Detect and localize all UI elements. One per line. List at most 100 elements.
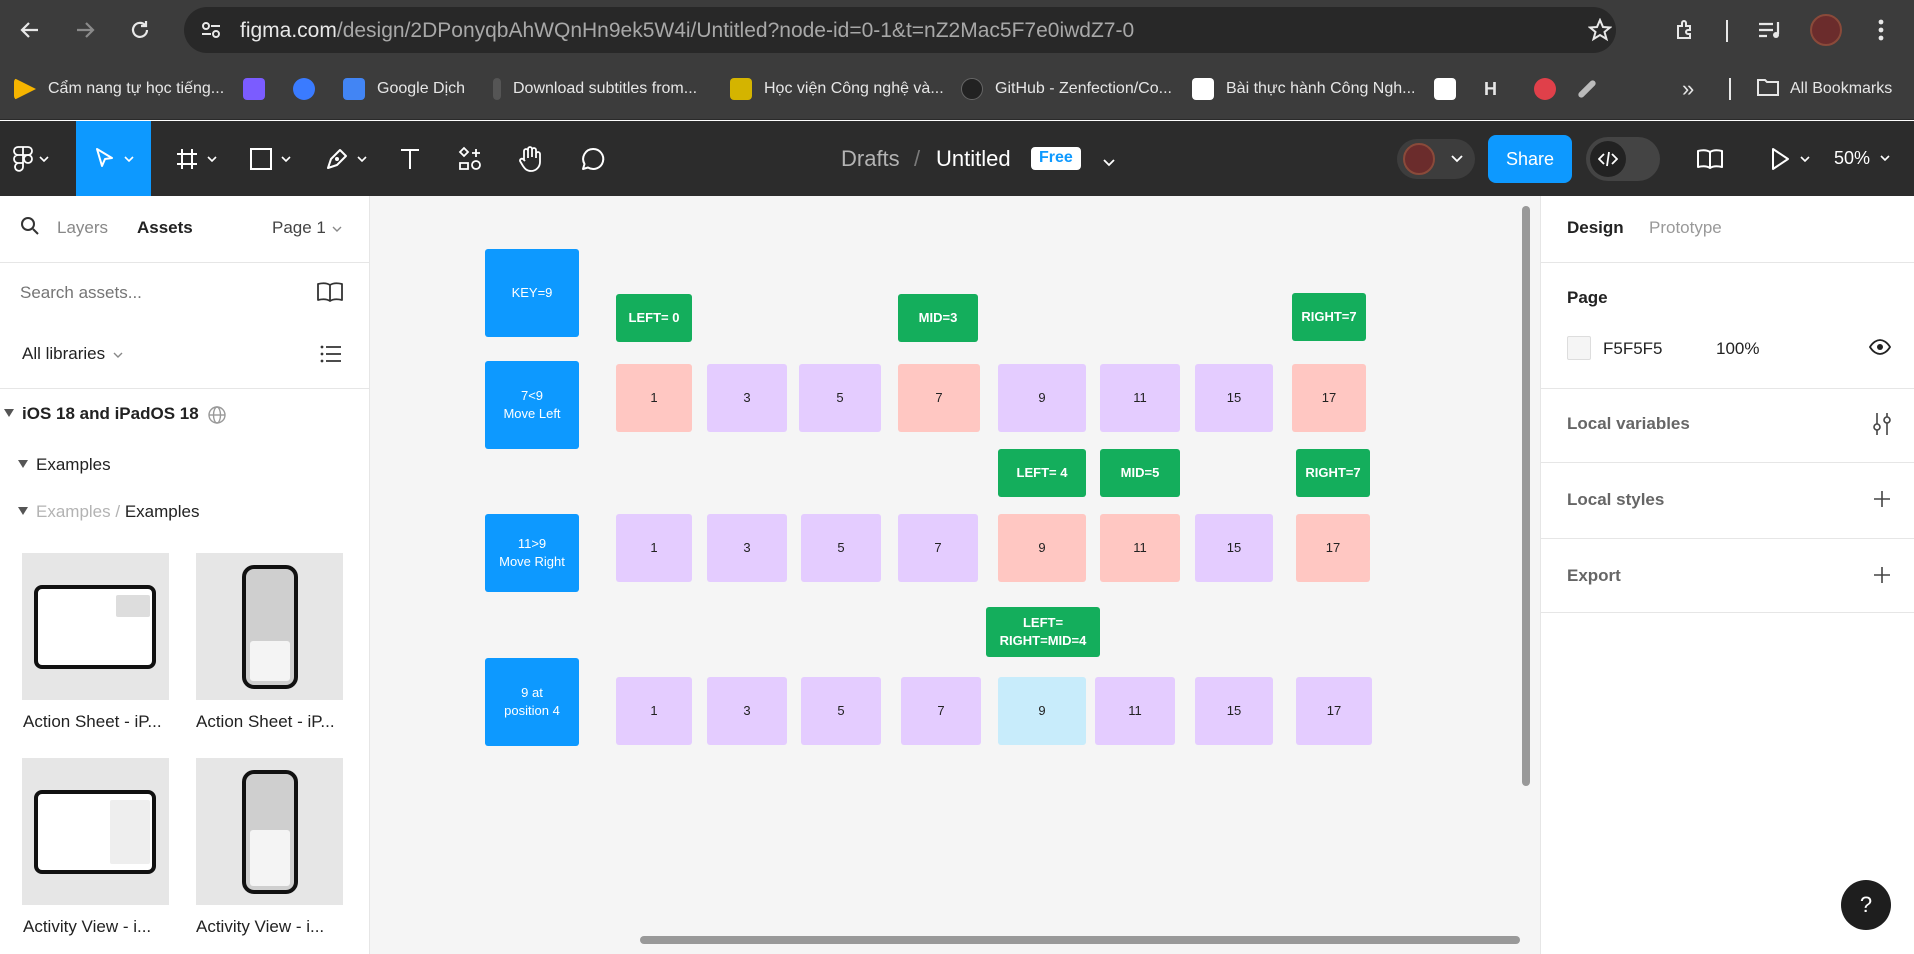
more-bookmarks-icon[interactable]: » [1682,74,1694,104]
hand-tool-button[interactable] [511,121,551,196]
bookmark-item[interactable] [1534,74,1568,104]
plan-badge[interactable]: Free [1031,147,1081,170]
asset-thumbnail[interactable] [196,553,343,700]
extensions-icon[interactable] [1668,12,1704,48]
multiplayer-avatars[interactable] [1397,139,1475,179]
bookmark-item[interactable]: Cẩm nang tự học tiếng... [14,74,224,104]
array-cell[interactable]: 15 [1195,364,1273,432]
array-cell[interactable]: 7 [901,677,981,745]
reload-icon[interactable] [122,12,158,48]
caret-down-icon[interactable] [18,460,28,468]
chevron-down-icon[interactable] [1880,155,1890,161]
canvas[interactable]: KEY=9 7<9 Move Left 11>9 Move Right 9 at po… [370,196,1540,954]
address-bar[interactable]: figma.com/design/2DPonyqbAhWQnHn9ek5W4i/… [184,7,1616,53]
caret-down-icon[interactable] [4,409,14,417]
array-cell[interactable]: 3 [707,677,787,745]
media-controls-icon[interactable] [1752,12,1788,48]
bookmark-item[interactable] [1577,74,1602,104]
all-bookmarks[interactable]: All Bookmarks [1756,74,1892,104]
array-cell[interactable]: 5 [801,514,881,582]
forward-icon[interactable] [67,12,103,48]
present-button[interactable] [1760,121,1820,196]
pointer-mid[interactable]: MID=5 [1100,449,1180,497]
array-cell[interactable]: 1 [616,514,692,582]
bookmark-item[interactable] [243,74,277,104]
library-book-icon[interactable] [316,281,344,308]
variables-adjust-icon[interactable] [1871,412,1893,441]
search-assets-input[interactable] [20,278,290,308]
array-cell[interactable]: 1 [616,677,692,745]
shape-tool-button[interactable] [240,121,300,196]
pointer-left[interactable]: LEFT= 0 [616,294,692,342]
array-cell[interactable]: 11 [1100,364,1180,432]
group-examples[interactable]: Examples [36,455,111,475]
array-cell[interactable]: 5 [801,677,881,745]
file-menu-chevron-icon[interactable] [1103,154,1115,172]
array-cell[interactable]: 17 [1296,514,1370,582]
profile-avatar[interactable] [1810,14,1842,46]
row-label-key[interactable]: KEY=9 [485,249,579,337]
array-cell[interactable]: 5 [799,364,881,432]
pointer-right[interactable]: RIGHT=7 [1296,449,1370,497]
asset-thumbnail[interactable] [196,758,343,905]
array-cell[interactable]: 3 [707,514,787,582]
page-opacity-value[interactable]: 100% [1716,339,1759,359]
menu-kebab-icon[interactable] [1863,12,1899,48]
local-styles-label[interactable]: Local styles [1567,490,1664,510]
move-tool-button[interactable] [76,121,151,196]
export-label[interactable]: Export [1567,566,1621,586]
array-cell[interactable]: 3 [707,364,787,432]
all-libraries-dropdown[interactable]: All libraries [22,344,123,364]
bookmark-item[interactable]: Học viện Công nghệ và... [730,74,944,104]
array-cell[interactable]: 17 [1296,677,1372,745]
search-icon[interactable] [20,216,40,241]
pointer-mid[interactable]: MID=3 [898,294,978,342]
row-label-found[interactable]: 9 at position 4 [485,658,579,746]
bookmark-item[interactable] [1434,74,1468,104]
row-label-move-left[interactable]: 7<9 Move Left [485,361,579,449]
array-cell[interactable]: 11 [1095,677,1175,745]
array-cell[interactable]: 17 [1292,364,1366,432]
bookmark-item[interactable]: Google Dịch [343,74,465,104]
comment-tool-button[interactable] [573,121,613,196]
tab-assets[interactable]: Assets [137,218,193,238]
array-cell[interactable]: 7 [898,364,980,432]
array-cell[interactable]: 11 [1100,514,1180,582]
array-cell[interactable]: 9 [998,514,1086,582]
row-label-move-right[interactable]: 11>9 Move Right [485,514,579,592]
back-icon[interactable] [12,12,48,48]
resources-tool-button[interactable] [450,121,490,196]
vertical-scrollbar[interactable] [1522,206,1530,786]
file-name[interactable]: Untitled [936,146,1011,172]
page-color-value[interactable]: F5F5F5 [1603,339,1663,359]
help-button[interactable]: ? [1841,880,1891,930]
dev-mode-toggle[interactable] [1586,137,1660,181]
tab-prototype[interactable]: Prototype [1649,218,1722,238]
asset-thumbnail[interactable] [22,553,169,700]
bookmark-item[interactable]: Download subtitles from... [493,74,697,104]
main-menu-button[interactable] [0,121,62,196]
breadcrumb-drafts[interactable]: Drafts [841,146,900,172]
pointer-left[interactable]: LEFT= 4 [998,449,1086,497]
share-button[interactable]: Share [1488,135,1572,183]
bookmark-item[interactable]: H [1484,74,1497,104]
add-style-plus-icon[interactable] [1873,490,1891,513]
library-name[interactable]: iOS 18 and iPadOS 18 [22,404,199,424]
array-cell[interactable]: 7 [898,514,978,582]
asset-thumbnail[interactable] [22,758,169,905]
horizontal-scrollbar[interactable] [640,936,1520,944]
local-variables-label[interactable]: Local variables [1567,414,1690,434]
pointer-right[interactable]: RIGHT=7 [1292,293,1366,341]
array-cell[interactable]: 1 [616,364,692,432]
tab-layers[interactable]: Layers [57,218,108,238]
caret-down-icon[interactable] [18,507,28,515]
array-cell[interactable]: 9 [998,364,1086,432]
bookmark-item[interactable]: GitHub - Zenfection/Co... [961,74,1172,104]
frame-tool-button[interactable] [166,121,226,196]
text-tool-button[interactable] [390,121,430,196]
eye-icon[interactable] [1868,339,1892,360]
library-button[interactable] [1690,121,1730,196]
pointer-converged[interactable]: LEFT= RIGHT=MID=4 [986,607,1100,657]
array-cell[interactable]: 15 [1195,677,1273,745]
add-export-plus-icon[interactable] [1873,566,1891,589]
